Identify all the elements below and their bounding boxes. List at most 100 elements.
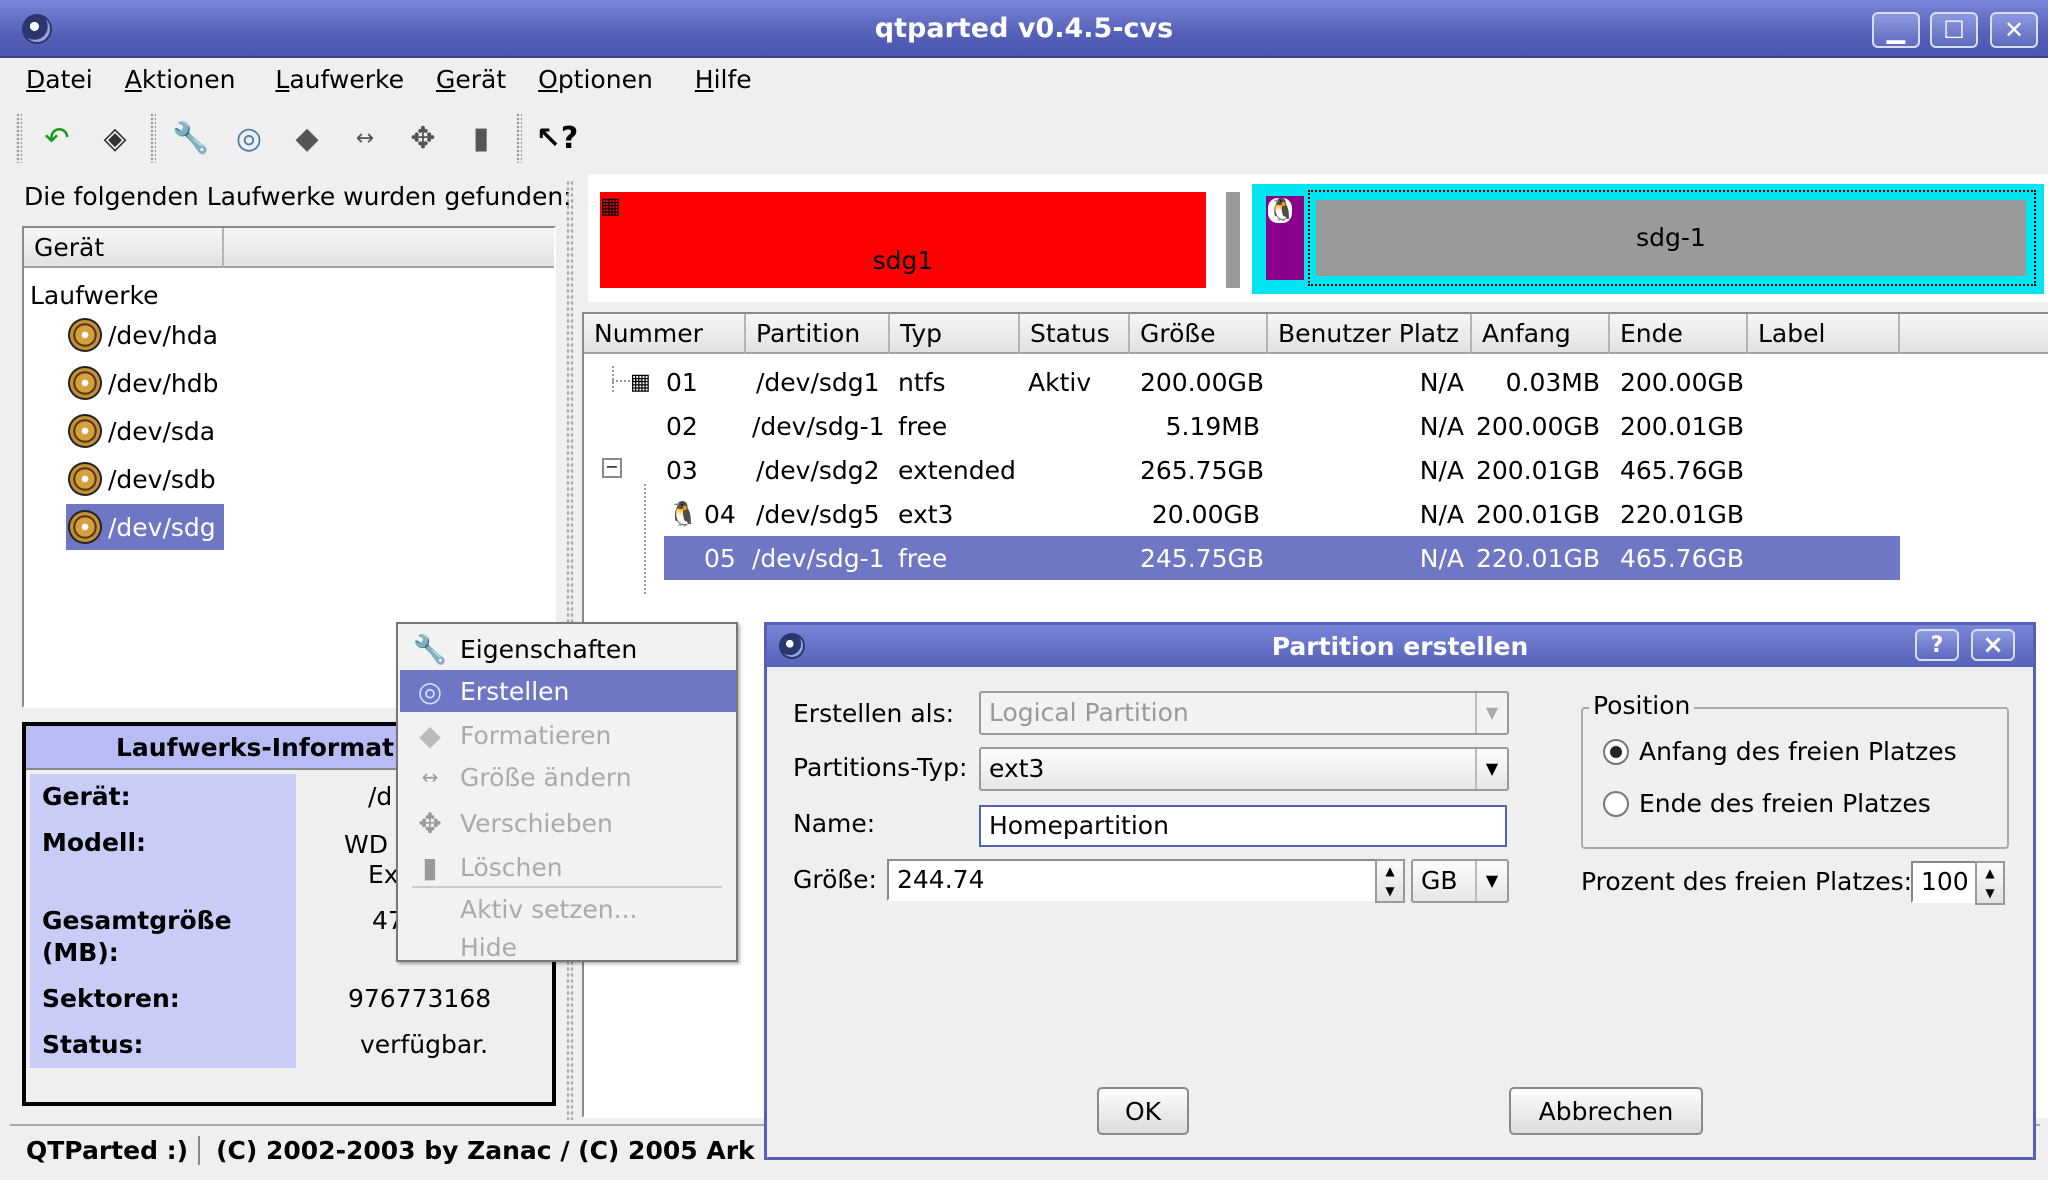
percent-input[interactable]: 100 [1911, 861, 1977, 903]
name-label: Name: [793, 809, 876, 838]
size-spinner[interactable]: ▲ ▼ [1375, 859, 1405, 903]
diskmap-free-small[interactable] [1226, 192, 1240, 288]
arrow-down-icon[interactable]: ▼ [1385, 884, 1394, 898]
toolbar-grip-3[interactable] [516, 113, 522, 163]
cell-partition: /dev/sdg-1 [752, 411, 885, 441]
create-as-select[interactable]: Logical Partition ▼ [979, 691, 1509, 735]
harddisk-icon [63, 361, 107, 405]
table-row[interactable]: 🐧 04 /dev/sdg5 ext3 20.00GB N/A 200.01GB… [584, 492, 2044, 536]
arrow-down-icon[interactable]: ▼ [1985, 886, 1994, 900]
cell-end: 465.76GB [1620, 455, 1744, 485]
minimize-button[interactable]: ▁ [1872, 12, 1920, 48]
ctx-item-erstellen[interactable]: ◎ Erstellen [400, 670, 736, 712]
ctx-item-verschieben[interactable]: ✥ Verschieben [400, 802, 736, 844]
dialog-close-button[interactable]: × [1971, 629, 2015, 661]
resize-icon[interactable]: ↔ [345, 118, 385, 158]
toolbar-grip-2[interactable] [150, 113, 156, 163]
cell-partition: /dev/sdg5 [756, 499, 880, 529]
app-icon[interactable] [22, 14, 52, 44]
tree-item-hdb[interactable]: /dev/hdb [63, 360, 218, 406]
position-label: Position [1589, 691, 1695, 720]
tree-item-label: /dev/hda [108, 320, 218, 350]
col-groesse[interactable]: Größe [1130, 314, 1268, 354]
ctx-item-eigenschaften[interactable]: 🔧 Eigenschaften [400, 628, 736, 670]
create-disk-icon[interactable]: ◎ [229, 118, 269, 158]
disk-map: ▦ sdg1 🐧 sdg-1 [588, 174, 2048, 302]
col-benutzer-platz[interactable]: Benutzer Platz [1268, 314, 1472, 354]
tree-header-geraet[interactable]: Gerät [24, 228, 224, 268]
trash-icon[interactable]: ▮ [461, 118, 501, 158]
tree-item-sdb[interactable]: /dev/sdb [63, 456, 216, 502]
table-row-selected[interactable]: 05 /dev/sdg-1 free 245.75GB N/A 220.01GB… [664, 536, 1900, 580]
commit-icon[interactable]: ◈ [95, 118, 135, 158]
radio-end[interactable] [1603, 791, 1629, 817]
tree-item-hda[interactable]: /dev/hda [63, 312, 218, 358]
cell-start: 0.03MB [1505, 367, 1600, 397]
arrow-up-icon[interactable]: ▲ [1385, 864, 1394, 878]
ctx-label: Erstellen [460, 676, 570, 706]
eraser-icon[interactable]: ◆ [287, 118, 327, 158]
partition-type-value: ext3 [989, 754, 1045, 783]
radio-start[interactable] [1603, 739, 1629, 765]
ctx-item-aktiv-setzen[interactable]: Aktiv setzen... [400, 888, 736, 930]
size-input[interactable]: 244.74 [887, 859, 1379, 901]
percent-spinner[interactable]: ▲ ▼ [1975, 861, 2005, 905]
ctx-item-loeschen[interactable]: ▮ Löschen [400, 846, 736, 888]
ctx-label: Eigenschaften [460, 634, 638, 664]
ctx-item-groesse-aendern[interactable]: ↔ Größe ändern [400, 756, 736, 798]
col-anfang[interactable]: Anfang [1472, 314, 1610, 354]
arrow-up-icon[interactable]: ▲ [1985, 866, 1994, 880]
close-button[interactable]: ✕ [1990, 12, 2038, 48]
whats-this-icon[interactable]: ↖? [536, 118, 579, 158]
table-row[interactable]: 02 /dev/sdg-1 free 5.19MB N/A 200.00GB 2… [584, 404, 2044, 448]
size-unit-select[interactable]: GB ▼ [1411, 859, 1509, 903]
tree-header-empty[interactable] [224, 228, 554, 268]
ctx-item-hide[interactable]: Hide [400, 926, 736, 968]
chevron-down-icon: ▼ [1475, 749, 1507, 789]
partition-type-select[interactable]: ext3 ▼ [979, 747, 1509, 791]
col-nummer[interactable]: Nummer [584, 314, 746, 354]
move-icon[interactable]: ✥ [403, 118, 443, 158]
diskmap-partition-sdg1[interactable]: ▦ sdg1 [600, 192, 1206, 288]
tree-item-sdg[interactable]: /dev/sdg [63, 504, 224, 550]
undo-icon[interactable]: ↶ [37, 118, 77, 158]
table-row[interactable]: 03 /dev/sdg2 extended 265.75GB N/A 200.0… [584, 448, 2044, 492]
cell-num: 03 [666, 455, 698, 485]
diskmap-extended[interactable]: 🐧 sdg-1 [1252, 184, 2044, 294]
tree-item-sda[interactable]: /dev/sda [63, 408, 216, 454]
radio-start-label[interactable]: Anfang des freien Platzes [1639, 737, 1957, 766]
diskmap-partition-sdg5[interactable]: 🐧 [1266, 196, 1304, 280]
menu-hilfe[interactable]: Hilfe [679, 62, 768, 100]
maximize-button[interactable]: ☐ [1930, 12, 1978, 48]
ctx-label: Löschen [460, 852, 563, 882]
menu-datei[interactable]: Datei [10, 62, 109, 100]
cell-size: 245.75GB [1140, 543, 1264, 573]
col-ende[interactable]: Ende [1610, 314, 1748, 354]
cancel-button[interactable]: Abbrechen [1509, 1087, 1703, 1135]
col-partition[interactable]: Partition [746, 314, 890, 354]
col-typ[interactable]: Typ [890, 314, 1020, 354]
name-input[interactable]: Homepartition [979, 805, 1507, 847]
cell-start: 200.00GB [1476, 411, 1600, 441]
diskmap-label-sdg-1[interactable]: sdg-1 [1316, 200, 2026, 276]
menu-laufwerke[interactable]: Laufwerke [259, 62, 420, 100]
tree-item-label: /dev/sda [108, 416, 216, 446]
window-title: qtparted v0.4.5-cvs [874, 12, 1174, 44]
menu-optionen[interactable]: Optionen [522, 62, 669, 100]
partition-create-dialog: Partition erstellen ? × Erstellen als: L… [764, 622, 2036, 1160]
ctx-item-formatieren[interactable]: ◆ Formatieren [400, 714, 736, 756]
menu-geraet[interactable]: Gerät [420, 62, 522, 100]
cell-used: N/A [1419, 411, 1464, 441]
wrench-icon[interactable]: 🔧 [171, 118, 211, 158]
toolbar-grip[interactable] [16, 113, 22, 163]
col-label[interactable]: Label [1748, 314, 1900, 354]
dialog-app-icon[interactable] [779, 633, 805, 659]
ctx-label: Verschieben [460, 808, 613, 838]
menu-aktionen[interactable]: Aktionen [109, 62, 252, 100]
radio-end-label[interactable]: Ende des freien Platzes [1639, 789, 1931, 818]
dialog-help-button[interactable]: ? [1915, 629, 1959, 661]
col-status[interactable]: Status [1020, 314, 1130, 354]
cell-partition: /dev/sdg1 [756, 367, 880, 397]
table-row[interactable]: ▦ 01 /dev/sdg1 ntfs Aktiv 200.00GB N/A 0… [584, 360, 2044, 404]
ok-button[interactable]: OK [1097, 1087, 1189, 1135]
